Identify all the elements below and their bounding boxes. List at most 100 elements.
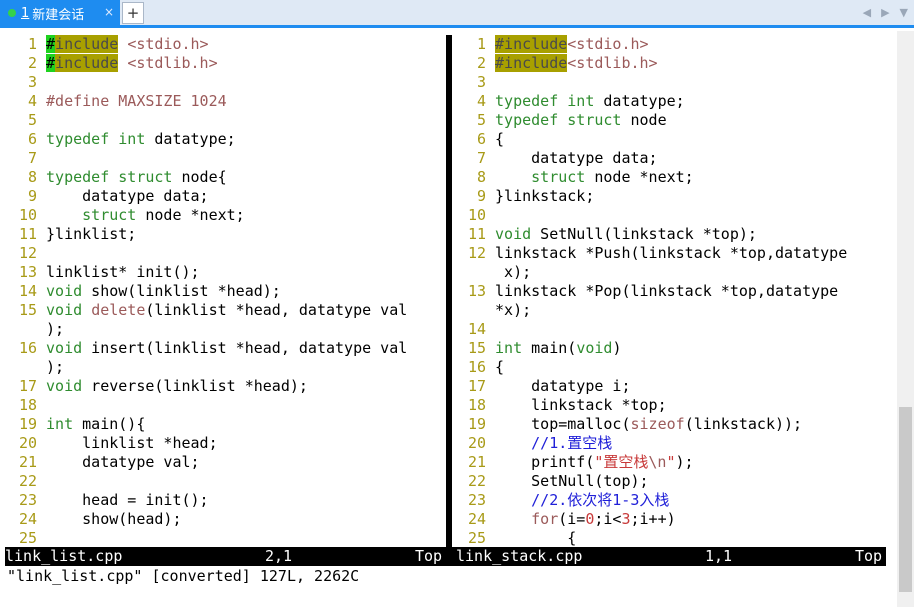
code-line[interactable]: 5 typedef struct node	[455, 111, 895, 130]
code-line[interactable]: 22	[5, 472, 445, 491]
code-line[interactable]: 7	[5, 149, 445, 168]
code-line[interactable]: 13 linklist* init();	[5, 263, 445, 282]
code-line[interactable]: 4 #define MAXSIZE 1024	[5, 92, 445, 111]
code-text: int main(){	[46, 415, 146, 433]
line-number: 11	[467, 225, 486, 243]
vertical-split-divider[interactable]	[446, 35, 452, 547]
line-number: 21	[467, 453, 486, 471]
code-line[interactable]: 18 linkstack *top;	[455, 396, 895, 415]
line-number: 19	[18, 415, 37, 433]
code-text: {	[486, 529, 577, 547]
code-line[interactable]: 2 #include<stdlib.h>	[455, 54, 895, 73]
code-text: struct node *next;	[82, 206, 245, 224]
code-line[interactable]: 14	[455, 320, 895, 339]
code-text: typedef struct node{	[46, 168, 227, 186]
code-text: }linklist;	[37, 225, 137, 243]
code-line[interactable]: 19 top=malloc(sizeof(linkstack));	[455, 415, 895, 434]
command-line[interactable]: "link_list.cpp" [converted] 127L, 2262C	[7, 567, 359, 586]
code-line[interactable]: 9 }linkstack;	[455, 187, 895, 206]
code-line[interactable]: 20 //1.置空栈	[455, 434, 895, 453]
code-line[interactable]: 1 #include <stdio.h>	[5, 35, 445, 54]
code-line[interactable]: );	[5, 358, 445, 377]
code-line[interactable]: 21 printf("置空栈\n");	[455, 453, 895, 472]
code-line[interactable]: 24 show(head);	[5, 510, 445, 529]
code-line[interactable]: 22 SetNull(top);	[455, 472, 895, 491]
line-number: 23	[18, 491, 37, 509]
line-number: 18	[18, 396, 37, 414]
line-number: 21	[18, 453, 37, 471]
line-number: 15	[467, 339, 486, 357]
code-line[interactable]: 1 #include<stdio.h>	[455, 35, 895, 54]
code-text: datatype data;	[486, 149, 658, 167]
line-number: 3	[476, 73, 486, 91]
vertical-scrollbar[interactable]	[897, 31, 914, 607]
code-line[interactable]: 10 struct node *next;	[5, 206, 445, 225]
next-tab-icon[interactable]: ▶	[881, 6, 889, 19]
line-number: 12	[467, 244, 486, 262]
scrollbar-thumb[interactable]	[899, 407, 912, 592]
tab-menu-icon[interactable]: ▼	[900, 6, 908, 19]
code-line[interactable]: 23 head = init();	[5, 491, 445, 510]
status-line: link_list.cpp 2,1 Top link_stack.cpp 1,1…	[5, 547, 886, 566]
code-line[interactable]: );	[5, 320, 445, 339]
code-line[interactable]: 10	[455, 206, 895, 225]
code-text: }linkstack;	[486, 187, 595, 205]
code-line[interactable]: 2 #include <stdlib.h>	[5, 54, 445, 73]
code-line[interactable]: 12	[5, 244, 445, 263]
code-line[interactable]: 3	[5, 73, 445, 92]
line-number: 17	[467, 377, 486, 395]
code-line[interactable]: 21 datatype val;	[5, 453, 445, 472]
add-tab-button[interactable]: +	[122, 2, 144, 24]
right-status-position: 1,1	[705, 547, 733, 565]
code-text: );	[37, 358, 65, 376]
code-line[interactable]: 18	[5, 396, 445, 415]
code-line[interactable]: 16 {	[455, 358, 895, 377]
line-number: 1	[27, 35, 37, 53]
tab-nav: ◀ ▶ ▼	[863, 6, 908, 19]
code-line[interactable]: 8 struct node *next;	[455, 168, 895, 187]
code-line[interactable]: 4 typedef int datatype;	[455, 92, 895, 111]
right-status-filename: link_stack.cpp	[456, 547, 583, 565]
code-text: linklist *head;	[37, 434, 218, 452]
left-split-pane[interactable]: 1 #include <stdio.h> 2 #include <stdlib.h…	[5, 35, 445, 548]
tab-label: 新建会话	[32, 7, 85, 23]
code-line[interactable]: 14 void show(linklist *head);	[5, 282, 445, 301]
code-line[interactable]: 9 datatype data;	[5, 187, 445, 206]
prev-tab-icon[interactable]: ◀	[863, 6, 871, 19]
right-status-scroll: Top	[855, 547, 883, 565]
code-text: SetNull(top);	[486, 472, 649, 490]
code-line[interactable]: 24 for(i=0;i<3;i++)	[455, 510, 895, 529]
code-line[interactable]: 17 void reverse(linklist *head);	[5, 377, 445, 396]
code-text: linkstack *Pop(linkstack *top,datatype	[486, 282, 839, 300]
code-line[interactable]: 25 {	[455, 529, 895, 548]
code-line[interactable]: 12 linkstack *Push(linkstack *top,dataty…	[455, 244, 895, 263]
code-line[interactable]: 6 {	[455, 130, 895, 149]
code-line[interactable]: 8 typedef struct node{	[5, 168, 445, 187]
code-line[interactable]: 25	[5, 529, 445, 548]
code-line[interactable]: 11 void SetNull(linkstack *top);	[455, 225, 895, 244]
code-line[interactable]: 17 datatype i;	[455, 377, 895, 396]
code-line[interactable]: 11 }linklist;	[5, 225, 445, 244]
code-line[interactable]: 13 linkstack *Pop(linkstack *top,datatyp…	[455, 282, 895, 301]
code-line[interactable]: 19 int main(){	[5, 415, 445, 434]
code-line[interactable]: 16 void insert(linklist *head, datatype …	[5, 339, 445, 358]
left-status-scroll: Top	[415, 547, 443, 565]
close-tab-icon[interactable]: ×	[104, 5, 114, 19]
code-line[interactable]: *x);	[455, 301, 895, 320]
code-line[interactable]: 3	[455, 73, 895, 92]
code-line[interactable]: 23 //2.依次将1-3入栈	[455, 491, 895, 510]
right-split-pane[interactable]: 1 #include<stdio.h> 2 #include<stdlib.h> 3…	[455, 35, 895, 548]
code-line[interactable]: 15 int main(void)	[455, 339, 895, 358]
line-number: 1	[476, 35, 486, 53]
line-number: 14	[467, 320, 486, 338]
code-line[interactable]: 6 typedef int datatype;	[5, 130, 445, 149]
session-tab[interactable]: 1 新建会话 ×	[0, 0, 120, 26]
code-line[interactable]: 20 linklist *head;	[5, 434, 445, 453]
code-line[interactable]: 5	[5, 111, 445, 130]
code-line[interactable]: 7 datatype data;	[455, 149, 895, 168]
code-line[interactable]: x);	[455, 263, 895, 282]
code-text: //1.置空栈	[531, 434, 613, 452]
code-line[interactable]: 15 void delete(linklist *head, datatype …	[5, 301, 445, 320]
